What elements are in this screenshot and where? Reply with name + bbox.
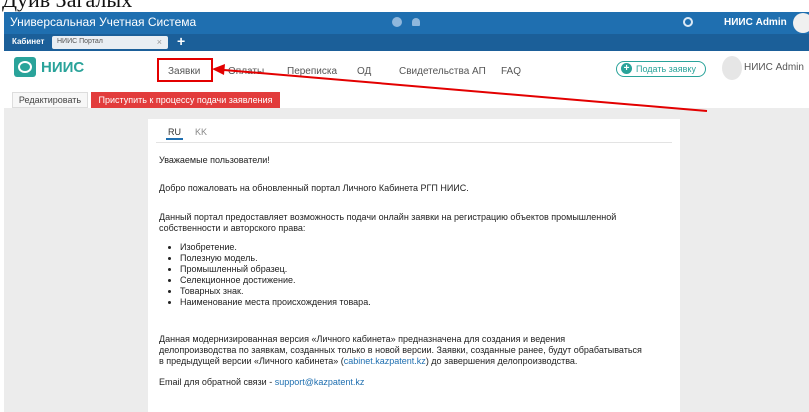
annotation-arrow-line — [223, 69, 708, 112]
annotation-arrow-head — [212, 64, 225, 75]
annotation-arrow — [212, 64, 708, 112]
